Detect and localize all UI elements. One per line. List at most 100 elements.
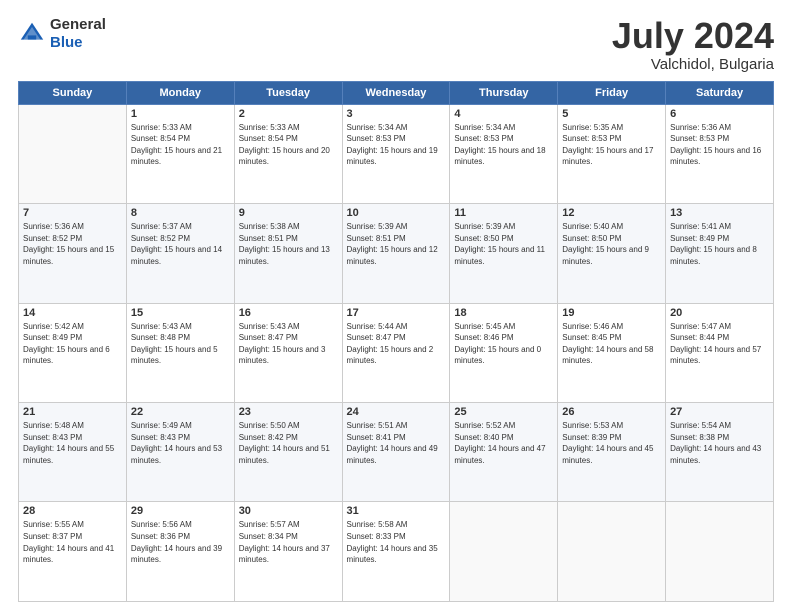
day-number: 15: [131, 307, 230, 319]
cell-w5-d7: [666, 502, 774, 602]
col-sunday: Sunday: [19, 81, 127, 104]
day-info: Sunrise: 5:44 AMSunset: 8:47 PMDaylight:…: [347, 321, 446, 367]
day-number: 10: [347, 207, 446, 219]
logo: General Blue: [18, 16, 106, 52]
cell-w1-d3: 2 Sunrise: 5:33 AMSunset: 8:54 PMDaylight…: [234, 104, 342, 203]
calendar-table: Sunday Monday Tuesday Wednesday Thursday…: [18, 81, 774, 602]
col-saturday: Saturday: [666, 81, 774, 104]
day-info: Sunrise: 5:53 AMSunset: 8:39 PMDaylight:…: [562, 420, 661, 466]
day-info: Sunrise: 5:36 AMSunset: 8:52 PMDaylight:…: [23, 221, 122, 267]
day-info: Sunrise: 5:33 AMSunset: 8:54 PMDaylight:…: [131, 122, 230, 168]
cell-w4-d2: 22 Sunrise: 5:49 AMSunset: 8:43 PMDayligh…: [126, 403, 234, 502]
day-number: 31: [347, 505, 446, 517]
cell-w3-d4: 17 Sunrise: 5:44 AMSunset: 8:47 PMDayligh…: [342, 303, 450, 402]
col-monday: Monday: [126, 81, 234, 104]
cell-w3-d5: 18 Sunrise: 5:45 AMSunset: 8:46 PMDayligh…: [450, 303, 558, 402]
day-info: Sunrise: 5:40 AMSunset: 8:50 PMDaylight:…: [562, 221, 661, 267]
day-number: 23: [239, 406, 338, 418]
cell-w2-d3: 9 Sunrise: 5:38 AMSunset: 8:51 PMDaylight…: [234, 204, 342, 303]
cell-w1-d4: 3 Sunrise: 5:34 AMSunset: 8:53 PMDaylight…: [342, 104, 450, 203]
cell-w3-d3: 16 Sunrise: 5:43 AMSunset: 8:47 PMDayligh…: [234, 303, 342, 402]
cell-w4-d5: 25Sunrise: 5:52 AMSunset: 8:40 PMDayligh…: [450, 403, 558, 502]
cell-w2-d6: 12Sunrise: 5:40 AMSunset: 8:50 PMDayligh…: [558, 204, 666, 303]
day-info: Sunrise: 5:55 AMSunset: 8:37 PMDaylight:…: [23, 519, 122, 565]
day-number: 11: [454, 207, 553, 219]
day-number: 9: [239, 207, 338, 219]
cell-w1-d6: 5 Sunrise: 5:35 AMSunset: 8:53 PMDaylight…: [558, 104, 666, 203]
day-info: Sunrise: 5:58 AMSunset: 8:33 PMDaylight:…: [347, 519, 446, 565]
day-number: 22: [131, 406, 230, 418]
calendar-location: Valchidol, Bulgaria: [612, 56, 774, 73]
cell-w3-d6: 19Sunrise: 5:46 AMSunset: 8:45 PMDayligh…: [558, 303, 666, 402]
day-info: Sunrise: 5:38 AMSunset: 8:51 PMDaylight:…: [239, 221, 338, 267]
cell-w3-d7: 20 Sunrise: 5:47 AMSunset: 8:44 PMDayligh…: [666, 303, 774, 402]
day-number: 8: [131, 207, 230, 219]
calendar-page: General Blue July 2024 Valchidol, Bulgar…: [0, 0, 792, 612]
day-number: 17: [347, 307, 446, 319]
day-number: 30: [239, 505, 338, 517]
week-row-3: 14Sunrise: 5:42 AMSunset: 8:49 PMDayligh…: [19, 303, 774, 402]
page-header: General Blue July 2024 Valchidol, Bulgar…: [18, 16, 774, 73]
day-number: 5: [562, 108, 661, 120]
day-info: Sunrise: 5:39 AMSunset: 8:50 PMDaylight:…: [454, 221, 553, 267]
day-info: Sunrise: 5:36 AMSunset: 8:53 PMDaylight:…: [670, 122, 769, 168]
cell-w2-d4: 10 Sunrise: 5:39 AMSunset: 8:51 PMDayligh…: [342, 204, 450, 303]
day-number: 26: [562, 406, 661, 418]
logo-icon: [18, 20, 46, 48]
day-info: Sunrise: 5:47 AMSunset: 8:44 PMDaylight:…: [670, 321, 769, 367]
day-number: 19: [562, 307, 661, 319]
day-number: 3: [347, 108, 446, 120]
day-number: 4: [454, 108, 553, 120]
day-info: Sunrise: 5:43 AMSunset: 8:47 PMDaylight:…: [239, 321, 338, 367]
day-number: 16: [239, 307, 338, 319]
calendar-title: July 2024: [612, 16, 774, 56]
day-info: Sunrise: 5:51 AMSunset: 8:41 PMDaylight:…: [347, 420, 446, 466]
day-info: Sunrise: 5:54 AMSunset: 8:38 PMDaylight:…: [670, 420, 769, 466]
cell-w4-d1: 21Sunrise: 5:48 AMSunset: 8:43 PMDayligh…: [19, 403, 127, 502]
cell-w1-d5: 4 Sunrise: 5:34 AMSunset: 8:53 PMDaylight…: [450, 104, 558, 203]
week-row-5: 28Sunrise: 5:55 AMSunset: 8:37 PMDayligh…: [19, 502, 774, 602]
day-info: Sunrise: 5:49 AMSunset: 8:43 PMDaylight:…: [131, 420, 230, 466]
cell-w3-d1: 14Sunrise: 5:42 AMSunset: 8:49 PMDayligh…: [19, 303, 127, 402]
day-info: Sunrise: 5:35 AMSunset: 8:53 PMDaylight:…: [562, 122, 661, 168]
day-info: Sunrise: 5:34 AMSunset: 8:53 PMDaylight:…: [454, 122, 553, 168]
day-info: Sunrise: 5:52 AMSunset: 8:40 PMDaylight:…: [454, 420, 553, 466]
day-info: Sunrise: 5:39 AMSunset: 8:51 PMDaylight:…: [347, 221, 446, 267]
title-block: July 2024 Valchidol, Bulgaria: [612, 16, 774, 73]
day-info: Sunrise: 5:37 AMSunset: 8:52 PMDaylight:…: [131, 221, 230, 267]
day-number: 20: [670, 307, 769, 319]
cell-w5-d4: 31 Sunrise: 5:58 AMSunset: 8:33 PMDayligh…: [342, 502, 450, 602]
cell-w5-d1: 28Sunrise: 5:55 AMSunset: 8:37 PMDayligh…: [19, 502, 127, 602]
day-info: Sunrise: 5:43 AMSunset: 8:48 PMDaylight:…: [131, 321, 230, 367]
cell-w4-d4: 24 Sunrise: 5:51 AMSunset: 8:41 PMDayligh…: [342, 403, 450, 502]
logo-text: General Blue: [50, 16, 106, 52]
cell-w2-d5: 11 Sunrise: 5:39 AMSunset: 8:50 PMDayligh…: [450, 204, 558, 303]
cell-w5-d6: [558, 502, 666, 602]
day-info: Sunrise: 5:48 AMSunset: 8:43 PMDaylight:…: [23, 420, 122, 466]
col-wednesday: Wednesday: [342, 81, 450, 104]
cell-w1-d2: 1 Sunrise: 5:33 AMSunset: 8:54 PMDaylight…: [126, 104, 234, 203]
day-info: Sunrise: 5:34 AMSunset: 8:53 PMDaylight:…: [347, 122, 446, 168]
col-tuesday: Tuesday: [234, 81, 342, 104]
cell-w3-d2: 15 Sunrise: 5:43 AMSunset: 8:48 PMDayligh…: [126, 303, 234, 402]
cell-w2-d1: 7 Sunrise: 5:36 AMSunset: 8:52 PMDaylight…: [19, 204, 127, 303]
cell-w5-d2: 29Sunrise: 5:56 AMSunset: 8:36 PMDayligh…: [126, 502, 234, 602]
day-number: 7: [23, 207, 122, 219]
day-info: Sunrise: 5:33 AMSunset: 8:54 PMDaylight:…: [239, 122, 338, 168]
day-number: 14: [23, 307, 122, 319]
cell-w2-d2: 8 Sunrise: 5:37 AMSunset: 8:52 PMDaylight…: [126, 204, 234, 303]
day-info: Sunrise: 5:45 AMSunset: 8:46 PMDaylight:…: [454, 321, 553, 367]
day-number: 24: [347, 406, 446, 418]
day-number: 13: [670, 207, 769, 219]
week-row-1: 1 Sunrise: 5:33 AMSunset: 8:54 PMDaylight…: [19, 104, 774, 203]
calendar-header-row: Sunday Monday Tuesday Wednesday Thursday…: [19, 81, 774, 104]
cell-w4-d7: 27Sunrise: 5:54 AMSunset: 8:38 PMDayligh…: [666, 403, 774, 502]
cell-w4-d3: 23Sunrise: 5:50 AMSunset: 8:42 PMDayligh…: [234, 403, 342, 502]
cell-w5-d5: [450, 502, 558, 602]
day-number: 1: [131, 108, 230, 120]
day-number: 18: [454, 307, 553, 319]
day-number: 2: [239, 108, 338, 120]
day-number: 6: [670, 108, 769, 120]
col-friday: Friday: [558, 81, 666, 104]
cell-w5-d3: 30Sunrise: 5:57 AMSunset: 8:34 PMDayligh…: [234, 502, 342, 602]
